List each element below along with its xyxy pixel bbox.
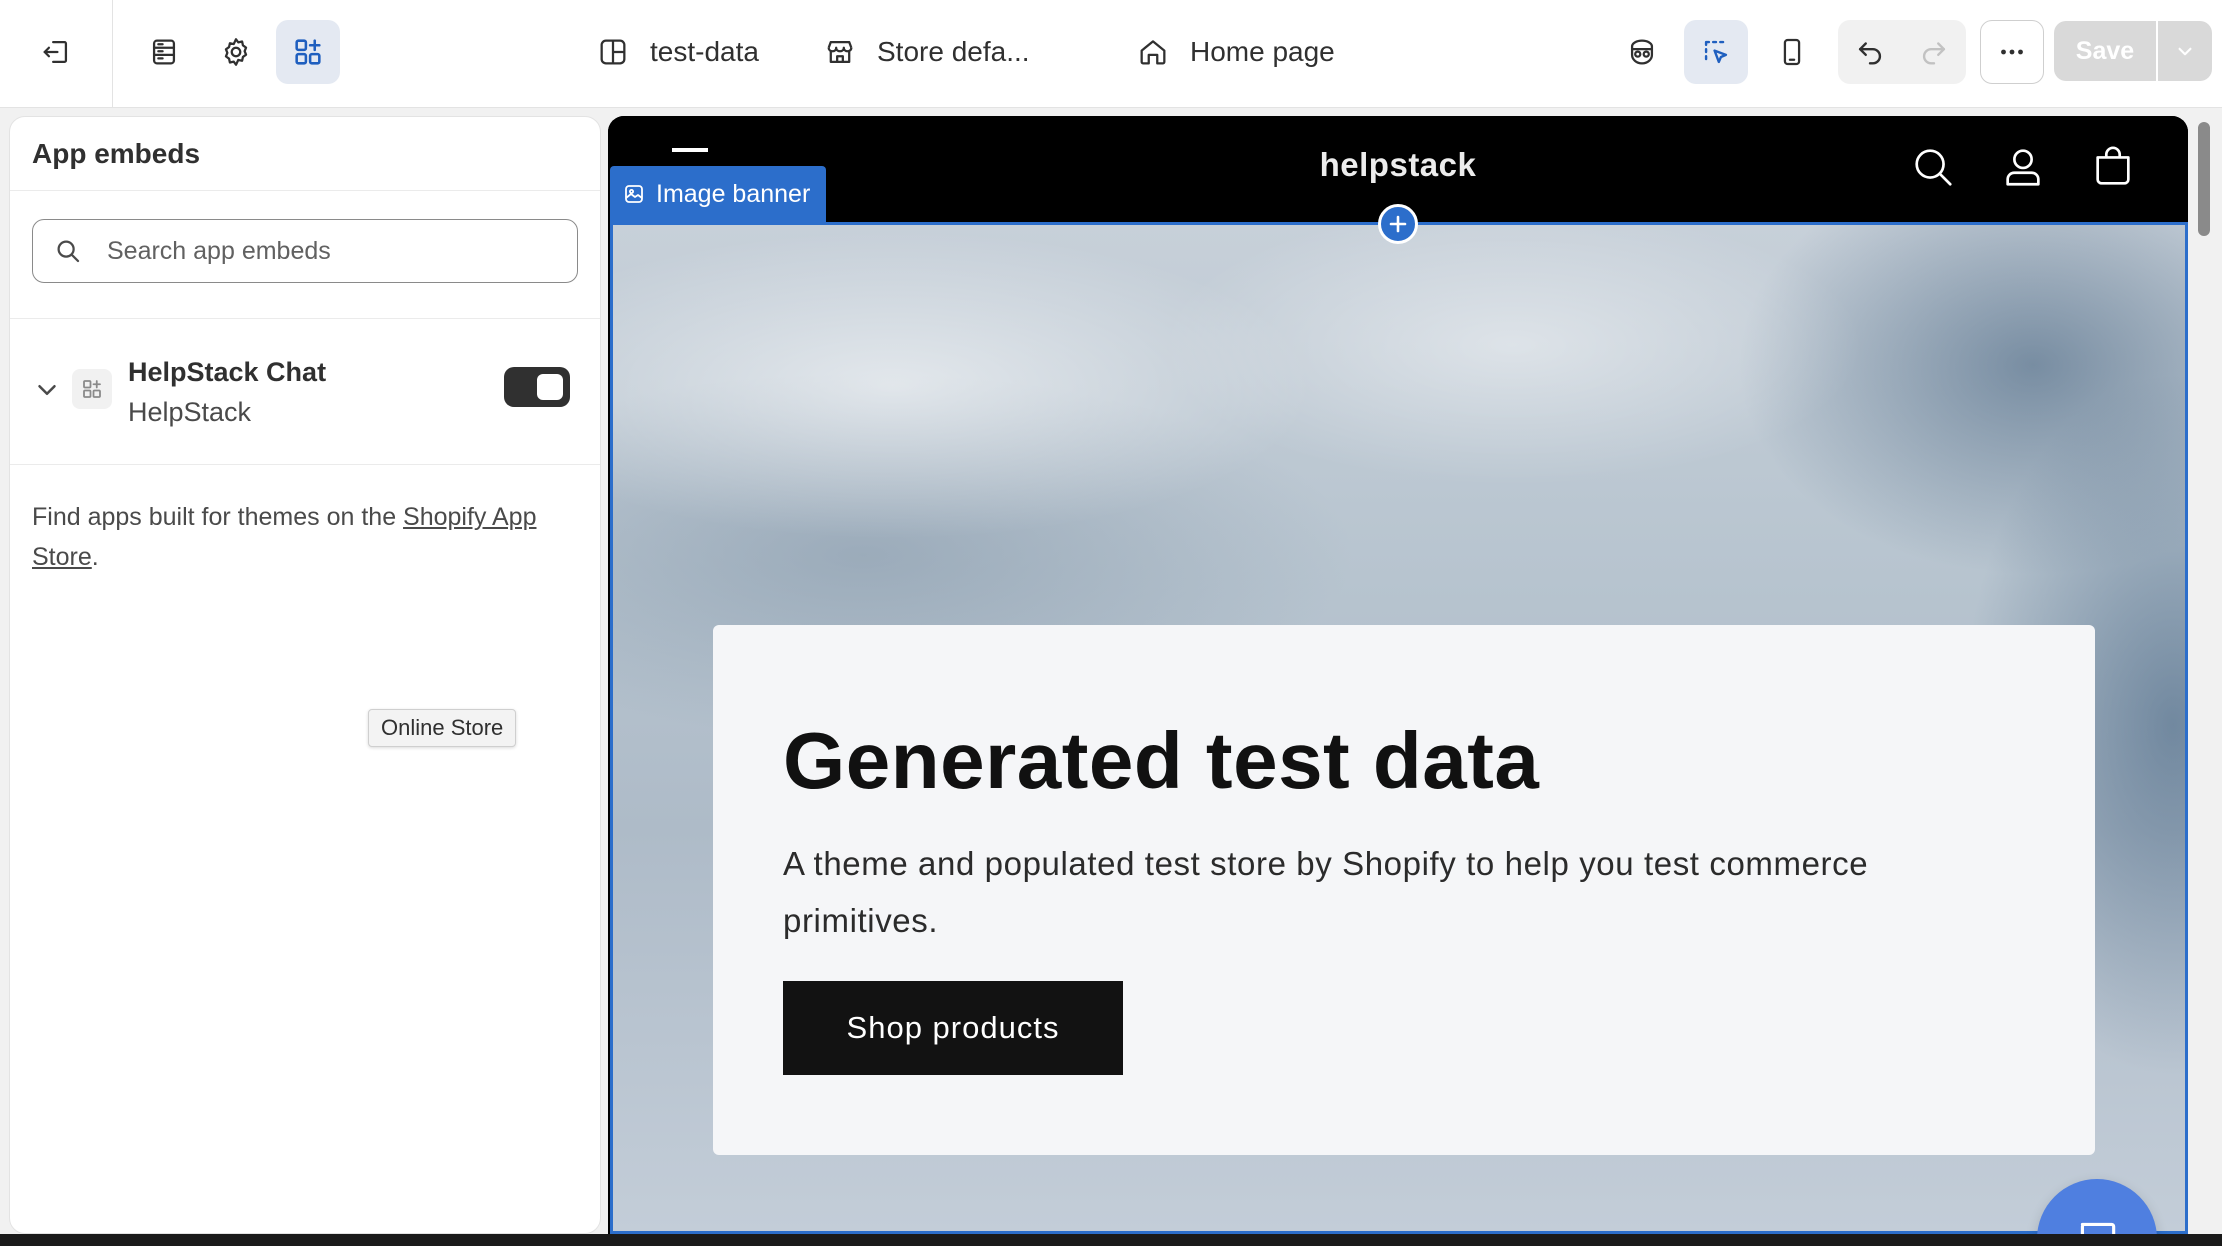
app-embeds-panel: App embeds HelpStack Chat HelpStack Find…: [9, 116, 601, 1234]
app-embed-title: HelpStack Chat: [128, 357, 327, 387]
plus-icon: [1389, 215, 1407, 233]
exit-button[interactable]: [24, 20, 88, 84]
image-icon: [625, 185, 643, 203]
search-icon[interactable]: [1910, 144, 1956, 190]
app-block-icon: [72, 369, 112, 409]
search-box[interactable]: [32, 219, 578, 283]
image-banner-tag[interactable]: Image banner: [610, 166, 827, 222]
page-selector[interactable]: Home page: [1136, 24, 1335, 80]
account-icon[interactable]: [2000, 144, 2046, 190]
save-button[interactable]: Save: [2054, 21, 2156, 81]
hero-title: Generated test data: [783, 716, 1540, 805]
chevron-down-icon: [2178, 47, 2192, 56]
image-banner-label: Image banner: [656, 179, 811, 208]
help-text-suffix: .: [91, 543, 99, 571]
chevron-down-icon[interactable]: [32, 375, 62, 405]
shop-products-button[interactable]: Shop products: [783, 981, 1123, 1075]
redo-button[interactable]: [1902, 20, 1966, 84]
bottom-edge: [0, 1234, 2222, 1246]
panel-title: App embeds: [10, 117, 600, 191]
search-icon: [57, 240, 80, 263]
sections-button[interactable]: [132, 20, 196, 84]
home-icon: [1140, 40, 1166, 65]
helpstack-chat-launcher[interactable]: [2037, 1179, 2157, 1234]
toggle-knob: [537, 374, 563, 400]
save-options-button[interactable]: [2156, 21, 2212, 81]
store-label: Store defa...: [877, 36, 1030, 67]
inspector-button[interactable]: [1610, 20, 1674, 84]
undo-button[interactable]: [1838, 20, 1902, 84]
layout-icon: [600, 39, 626, 65]
theme-label: test-data: [650, 36, 759, 67]
app-embed-provider: HelpStack: [128, 397, 252, 427]
select-element-button[interactable]: [1684, 20, 1748, 84]
theme-preview: helpstack Image banner Generated test da…: [608, 116, 2188, 1234]
editor-topbar: test-data Store defa... Home page Save: [0, 0, 2222, 108]
online-store-tooltip: Online Store: [368, 709, 517, 747]
mobile-icon: [1783, 38, 1801, 66]
gear-icon: [224, 38, 248, 66]
exit-icon: [43, 40, 68, 64]
add-section-button[interactable]: [1378, 204, 1418, 244]
search-section: [10, 191, 600, 319]
mobile-preview-button[interactable]: [1760, 20, 1824, 84]
hero-subtitle: A theme and populated test store by Shop…: [783, 845, 1869, 939]
app-embed-item: HelpStack Chat HelpStack: [10, 319, 600, 465]
save-button-group: Save: [2054, 21, 2212, 81]
cart-icon[interactable]: [2090, 144, 2136, 190]
store-icon: [827, 40, 853, 64]
preview-scrollbar-track: [2194, 116, 2214, 1234]
search-input[interactable]: [107, 236, 547, 266]
topbar-divider: [112, 0, 113, 108]
app-embed-toggle[interactable]: [504, 367, 570, 407]
chat-icon: [2080, 1222, 2116, 1234]
inspector-icon: [1630, 39, 1654, 65]
select-cursor-icon: [1704, 40, 1728, 64]
preview-scrollbar-thumb[interactable]: [2198, 122, 2210, 236]
image-banner[interactable]: Generated test data A theme and populate…: [610, 222, 2188, 1234]
help-text-prefix: Find apps built for themes on the: [32, 503, 404, 531]
app-store-help: Find apps built for themes on the Shopif…: [32, 497, 592, 577]
sections-icon: [152, 39, 176, 65]
more-actions-button[interactable]: [1980, 20, 2044, 84]
more-horizontal-icon: [2001, 49, 2023, 55]
hero-content-box: Generated test data A theme and populate…: [713, 625, 2095, 1155]
app-embeds-button[interactable]: [276, 20, 340, 84]
page-label: Home page: [1190, 36, 1335, 67]
theme-settings-button[interactable]: [204, 20, 268, 84]
undo-icon: [1858, 42, 1882, 65]
redo-icon: [1922, 42, 1946, 65]
theme-selector[interactable]: test-data: [596, 24, 759, 80]
app-embeds-icon: [295, 39, 321, 65]
store-selector[interactable]: Store defa...: [823, 24, 1030, 80]
